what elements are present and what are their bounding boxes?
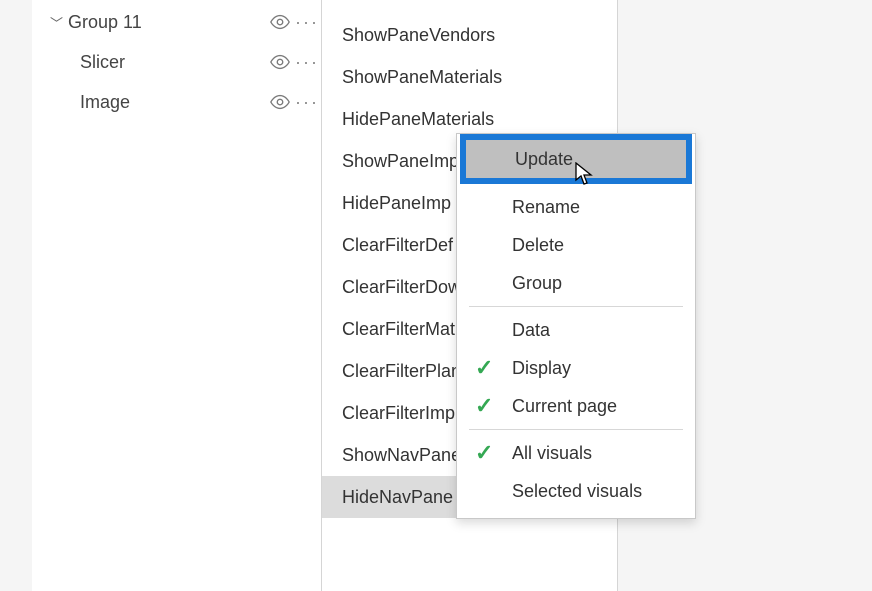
bookmark-label: ShowNavPane	[342, 445, 461, 466]
eye-icon[interactable]	[269, 91, 291, 113]
menu-current-page[interactable]: ✓ Current page	[457, 387, 695, 425]
chevron-down-icon: ﹀	[50, 13, 68, 32]
selection-item-slicer[interactable]: Slicer ···	[32, 42, 321, 82]
menu-label: Update	[515, 149, 573, 170]
bookmark-item[interactable]: ShowPaneMaterials	[322, 56, 617, 98]
menu-all-visuals[interactable]: ✓ All visuals	[457, 434, 695, 472]
check-icon: ✓	[475, 440, 493, 466]
bookmark-label: ClearFilterImp	[342, 403, 455, 424]
selection-item-group11[interactable]: ﹀ Group 11 ···	[32, 2, 321, 42]
menu-update[interactable]: Update	[460, 134, 692, 184]
selection-item-label: Group 11	[68, 12, 269, 33]
eye-icon[interactable]	[269, 51, 291, 73]
bookmark-label: HidePaneMaterials	[342, 109, 494, 130]
selection-item-label: Image	[80, 92, 269, 113]
bookmark-label: ClearFilterMat	[342, 319, 455, 340]
bookmark-label: ClearFilterPlan	[342, 361, 461, 382]
menu-rename[interactable]: Rename	[457, 188, 695, 226]
more-icon[interactable]: ···	[295, 12, 317, 33]
selection-panel: ﹀ Group 11 ··· Slicer ··· Image ···	[32, 0, 322, 591]
menu-label: All visuals	[512, 443, 592, 464]
menu-label: Display	[512, 358, 571, 379]
menu-data[interactable]: Data	[457, 311, 695, 349]
menu-group[interactable]: Group	[457, 264, 695, 302]
more-icon[interactable]: ···	[295, 52, 317, 73]
bookmark-item[interactable]: ShowPaneVendors	[322, 14, 617, 56]
bookmark-context-menu: Update Rename Delete Group Data ✓ Displa…	[456, 133, 696, 519]
menu-label: Selected visuals	[512, 481, 642, 502]
bookmark-label: ShowPaneImp	[342, 151, 459, 172]
menu-separator	[469, 306, 683, 307]
more-icon[interactable]: ···	[295, 92, 317, 113]
bookmark-label: ClearFilterDef	[342, 235, 453, 256]
bookmark-label: HidePaneImp	[342, 193, 451, 214]
eye-icon[interactable]	[269, 11, 291, 33]
bookmark-label: ClearFilterDow	[342, 277, 461, 298]
menu-selected-visuals[interactable]: Selected visuals	[457, 472, 695, 510]
selection-item-image[interactable]: Image ···	[32, 82, 321, 122]
menu-display[interactable]: ✓ Display	[457, 349, 695, 387]
menu-label: Current page	[512, 396, 617, 417]
bookmark-label: ShowPaneVendors	[342, 25, 495, 46]
check-icon: ✓	[475, 355, 493, 381]
menu-label: Rename	[512, 197, 580, 218]
menu-label: Group	[512, 273, 562, 294]
menu-label: Delete	[512, 235, 564, 256]
check-icon: ✓	[475, 393, 493, 419]
bookmark-label: ShowPaneMaterials	[342, 67, 502, 88]
menu-label: Data	[512, 320, 550, 341]
bookmark-label: HideNavPane	[342, 487, 453, 508]
menu-delete[interactable]: Delete	[457, 226, 695, 264]
menu-separator	[469, 429, 683, 430]
selection-item-label: Slicer	[80, 52, 269, 73]
